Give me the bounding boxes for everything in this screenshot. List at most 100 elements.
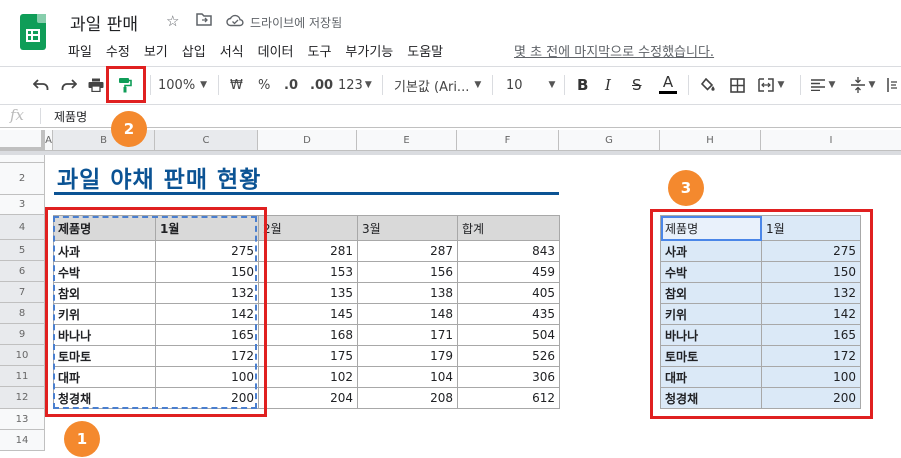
paint-format-highlight [106,66,146,103]
value-cell[interactable]: 504 [457,324,560,346]
value-cell[interactable]: 526 [457,345,560,367]
column-header-d[interactable]: D [258,130,357,151]
value-cell[interactable]: 843 [457,240,560,262]
sheets-logo-icon[interactable] [20,14,46,50]
value-cell[interactable]: 204 [258,387,358,409]
text-color-label: A [662,73,674,91]
italic-button[interactable]: I [605,73,611,97]
column-header-e[interactable]: E [357,130,457,151]
target-range-highlight [650,209,873,419]
menu-help[interactable]: 도움말 [407,41,443,60]
row-header-11[interactable]: 11 [0,366,45,387]
row-header-3[interactable]: 3 [0,195,45,215]
value-cell[interactable]: 135 [258,282,358,304]
menu-insert[interactable]: 삽입 [182,41,206,60]
header-cell-feb[interactable]: 2월 [258,215,358,241]
value-cell[interactable]: 208 [357,387,458,409]
font-value: 기본값 (Ari... [394,79,470,95]
vertical-align-icon[interactable]: ▼ [848,73,878,97]
value-cell[interactable]: 179 [357,345,458,367]
toolbar-separator [382,75,383,95]
value-cell[interactable]: 153 [258,261,358,283]
merge-cells-icon[interactable]: ▼ [756,73,786,97]
value-cell[interactable]: 435 [457,303,560,325]
header-cell-mar[interactable]: 3월 [357,215,458,241]
row-header-2[interactable]: 2 [0,163,45,195]
redo-icon[interactable] [58,73,80,97]
column-header-i[interactable]: I [761,130,901,151]
value-cell[interactable]: 104 [357,366,458,388]
value-cell[interactable]: 175 [258,345,358,367]
sheet-title[interactable]: 과일 야채 판매 현황 [57,160,261,194]
value-cell[interactable]: 306 [457,366,560,388]
value-cell[interactable]: 459 [457,261,560,283]
value-cell[interactable]: 148 [357,303,458,325]
row-header-10[interactable]: 10 [0,345,45,366]
column-header-a[interactable]: A [45,130,53,151]
percent-button[interactable]: % [258,73,270,97]
source-range-highlight [45,207,267,417]
font-size-select[interactable]: 10 ▼ [506,73,556,97]
row-header-12[interactable]: 12 [0,387,45,409]
value-cell[interactable]: 156 [357,261,458,283]
number-format-label: 123 [338,77,363,93]
menu-format[interactable]: 서식 [220,41,244,60]
toolbar-separator [688,75,689,95]
fill-color-icon[interactable] [697,73,719,97]
move-folder-icon[interactable] [196,12,212,30]
row-header-9[interactable]: 9 [0,324,45,345]
column-header-f[interactable]: F [457,130,559,151]
value-cell[interactable]: 405 [457,282,560,304]
value-cell[interactable]: 612 [457,387,560,409]
menu-data[interactable]: 데이터 [258,41,294,60]
zoom-select[interactable]: 100% ▼ [158,73,212,97]
menu-view[interactable]: 보기 [144,41,168,60]
row-header-13[interactable]: 13 [0,409,45,430]
menu-tools[interactable]: 도구 [308,41,332,60]
value-cell[interactable]: 138 [357,282,458,304]
cloud-saved-icon[interactable] [226,13,244,31]
column-header-h[interactable]: H [660,130,761,151]
menu-addons[interactable]: 부가기능 [345,41,393,60]
text-color-button[interactable]: A [659,73,677,97]
row-header-5[interactable]: 5 [0,240,45,261]
number-format-select[interactable]: 123 ▼ [338,73,372,97]
decrease-decimal-button[interactable]: .0 [284,73,298,97]
horizontal-align-icon[interactable]: ▼ [808,73,838,97]
header-cell-total[interactable]: 합계 [457,215,560,241]
formula-input[interactable]: 제품명 [54,108,87,125]
font-select[interactable]: 기본값 (Ari... ▼ [394,73,486,97]
select-all-corner[interactable] [0,130,45,151]
merge-caret-icon: ▼ [777,80,785,90]
row-header-7[interactable]: 7 [0,282,45,303]
valign-caret-icon: ▼ [868,80,876,90]
row-header-4[interactable]: 4 [0,215,45,240]
menu-edit[interactable]: 수정 [106,41,130,60]
value-cell[interactable]: 171 [357,324,458,346]
doc-title[interactable]: 과일 판매 [70,10,138,35]
value-cell[interactable]: 287 [357,240,458,262]
bold-button[interactable]: B [577,73,588,97]
value-cell[interactable]: 102 [258,366,358,388]
last-edit-link[interactable]: 몇 초 전에 마지막으로 수정했습니다. [514,41,714,60]
title-underline [54,192,559,195]
row-header-6[interactable]: 6 [0,261,45,282]
currency-button[interactable]: ₩ [230,73,243,97]
borders-icon[interactable] [726,73,748,97]
text-wrap-icon[interactable] [886,73,900,97]
strikethrough-button[interactable]: S [632,73,642,97]
undo-icon[interactable] [30,73,52,97]
menu-file[interactable]: 파일 [68,41,92,60]
value-cell[interactable]: 281 [258,240,358,262]
row-header-8[interactable]: 8 [0,303,45,324]
star-icon[interactable]: ☆ [166,12,179,30]
print-icon[interactable] [85,73,107,97]
row-header-1[interactable]: 1 [0,155,45,163]
value-cell[interactable]: 168 [258,324,358,346]
value-cell[interactable]: 145 [258,303,358,325]
column-header-g[interactable]: G [559,130,660,151]
row-header-14[interactable]: 14 [0,430,45,451]
fx-icon: fx [10,106,25,124]
column-header-c[interactable]: C [155,130,258,151]
increase-decimal-button[interactable]: .00 [310,73,333,97]
